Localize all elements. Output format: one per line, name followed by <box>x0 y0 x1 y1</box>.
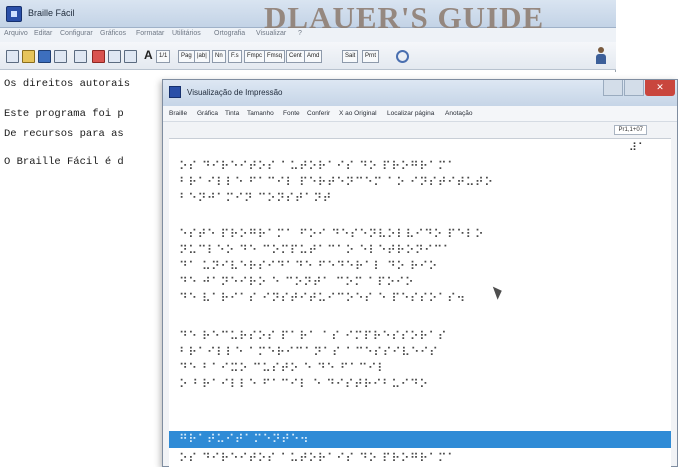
tb-cent-button[interactable]: Cent <box>286 50 305 63</box>
page-count-button[interactable]: 1/1 <box>156 50 171 63</box>
pv-menu-localizar-pagina[interactable]: Localizar página <box>387 110 434 117</box>
close-icon: ✕ <box>656 82 664 92</box>
font-button[interactable]: A <box>144 48 153 62</box>
pv-menu-tinta[interactable]: Tinta <box>225 110 239 117</box>
close-button[interactable]: ✕ <box>645 80 675 96</box>
menu-graficos[interactable]: Gráficos <box>100 30 126 37</box>
editor-line: De recursos para as <box>4 128 124 140</box>
braille-line: ⠙⠑ ⠧⠁⠗⠊⠁⠎ ⠊⠝⠎⠞⠊⠞⠥⠊⠉⠕⠑⠎ ⠑ ⠏⠑⠎⠎⠕⠁⠎⠲ <box>179 291 466 305</box>
pv-menu-x-ao-original[interactable]: X ao Original <box>339 110 377 117</box>
tb-fs-button[interactable]: F.s <box>228 50 242 63</box>
braille-line: ⠙⠁ ⠥⠝⠊⠧⠑⠗⠎⠊⠙⠁⠙⠑ ⠋⠑⠙⠑⠗⠁⠇ ⠙⠕ ⠗⠊⠕ <box>179 259 438 273</box>
menu-ortografia[interactable]: Ortografia <box>214 30 245 37</box>
preview-app-icon <box>169 86 181 98</box>
menu-utilitarios[interactable]: Utilitários <box>172 30 201 37</box>
pv-menu-grafica[interactable]: Gráfica <box>197 110 218 117</box>
open-folder-icon[interactable] <box>22 50 35 63</box>
tb-nn-button[interactable]: Nn <box>212 50 226 63</box>
braille-line: ⠑⠎⠞⠑ ⠏⠗⠕⠛⠗⠁⠍⠁ ⠋⠕⠊ ⠙⠑⠎⠑⠝⠧⠕⠇⠧⠊⠙⠕ ⠏⠑⠇⠕ <box>179 227 485 241</box>
braille-line: ⠃⠑⠝⠚⠁⠍⠊⠝ ⠉⠕⠝⠎⠞⠁⠝⠞ <box>179 191 332 205</box>
main-title-bar: Braille Fácil DLAUER'S GUIDE <box>0 0 616 35</box>
cut-icon[interactable] <box>92 50 105 63</box>
braille-line: ⠙⠑ ⠚⠁⠝⠑⠊⠗⠕ ⠑ ⠉⠕⠝⠞⠁ ⠉⠕⠍ ⠁⠏⠕⠊⠕ <box>179 275 415 289</box>
mouse-cursor-icon <box>492 284 505 300</box>
preview-icon[interactable] <box>74 50 87 63</box>
copy-icon[interactable] <box>108 50 121 63</box>
new-file-icon[interactable] <box>6 50 19 63</box>
pv-menu-fonte[interactable]: Fonte <box>283 110 300 117</box>
tb-sait-button[interactable]: Sait <box>342 50 359 63</box>
print-preview-window: Visualização de Impressão ✕ Braille Gráf… <box>162 79 678 467</box>
main-toolbar: A 1/1 Pag |ab| Nn F.s Fmpc Fmsq Cent Amd… <box>0 42 616 70</box>
pv-menu-tamanho[interactable]: Tamanho <box>247 110 274 117</box>
braille-app-icon <box>6 6 22 22</box>
braille-line: ⠃⠗⠁⠊⠇⠇⠑ ⠋⠁⠉⠊⠇ ⠏⠑⠗⠞⠑⠝⠉⠑⠍ ⠁⠕ ⠊⠝⠎⠞⠊⠞⠥⠞⠕ <box>179 175 494 189</box>
selected-braille-line[interactable]: ⠛⠗⠁⠞⠥⠊⠞⠁⠍⠑⠝⠞⠑⠲ <box>169 431 671 448</box>
pv-menu-braille[interactable]: Braille <box>169 110 187 117</box>
braille-line: ⠕⠎ ⠙⠊⠗⠑⠊⠞⠕⠎ ⠁⠥⠞⠕⠗⠁⠊⠎ ⠙⠕ ⠏⠗⠕⠛⠗⠁⠍⠁ <box>179 159 457 173</box>
braille-line: ⠕⠎ ⠙⠊⠗⠑⠊⠞⠕⠎ ⠁⠥⠞⠕⠗⠁⠊⠎ ⠙⠕ ⠏⠗⠕⠛⠗⠁⠍⠁ <box>179 451 457 465</box>
pv-menu-anotacao[interactable]: Anotação <box>445 110 472 117</box>
menu-formatar[interactable]: Formatar <box>136 30 164 37</box>
tb-fmpc-button[interactable]: Fmpc <box>244 50 265 63</box>
preview-menu-bar: Braille Gráfica Tinta Tamanho Fonte Conf… <box>163 106 677 122</box>
paste-icon[interactable] <box>124 50 137 63</box>
menu-configurar[interactable]: Configurar <box>60 30 93 37</box>
tb-fmsq-button[interactable]: Fmsq <box>264 50 285 63</box>
main-menu-bar: Arquivo Editar Configurar Gráficos Forma… <box>0 28 616 42</box>
braille-line: ⠙⠑ ⠃⠁⠊⠭⠕ ⠉⠥⠎⠞⠕ ⠑ ⠙⠑ ⠋⠁⠉⠊⠇ <box>179 361 387 375</box>
minimize-button[interactable] <box>603 80 623 96</box>
menu-visualizar[interactable]: Visualizar <box>256 30 286 37</box>
maximize-button[interactable] <box>624 80 644 96</box>
braille-page-number: ⠼⠁ <box>628 141 647 154</box>
tb-prnt-button[interactable]: Prnt <box>362 50 380 63</box>
braille-line: ⠃⠗⠁⠊⠇⠇⠑ ⠁⠍⠑⠗⠊⠉⠁⠝⠁⠎ ⠁⠉⠑⠎⠎⠊⠧⠑⠊⠎ <box>179 345 439 359</box>
help-ring-icon[interactable] <box>396 50 409 63</box>
tb-pag-button[interactable]: Pag <box>178 50 195 63</box>
zoom-indicator[interactable]: Pr1,1+07 <box>614 125 647 135</box>
braille-line: ⠙⠑ ⠗⠑⠉⠥⠗⠎⠕⠎ ⠏⠁⠗⠁ ⠁⠎ ⠊⠍⠏⠗⠑⠎⠎⠕⠗⠁⠎ <box>179 329 448 343</box>
preview-title-bar: Visualização de Impressão ✕ <box>163 80 677 106</box>
editor-line: Os direitos autorais <box>4 78 131 90</box>
editor-line: Este programa foi p <box>4 108 124 120</box>
tb-ab-button[interactable]: |ab| <box>194 50 210 63</box>
braille-page[interactable]: ⠼⠁ ⠕⠎ ⠙⠊⠗⠑⠊⠞⠕⠎ ⠁⠥⠞⠕⠗⠁⠊⠎ ⠙⠕ ⠏⠗⠕⠛⠗⠁⠍⠁ ⠃⠗⠁⠊… <box>169 138 671 467</box>
menu-help[interactable]: ? <box>298 30 302 37</box>
save-icon[interactable] <box>38 50 51 63</box>
main-window-title: Braille Fácil <box>28 8 75 18</box>
print-icon[interactable] <box>54 50 67 63</box>
preview-window-title: Visualização de Impressão <box>187 88 283 97</box>
menu-editar[interactable]: Editar <box>34 30 52 37</box>
braille-line: ⠕ ⠃⠗⠁⠊⠇⠇⠑ ⠋⠁⠉⠊⠇ ⠑ ⠙⠊⠎⠞⠗⠊⠃⠥⠊⠙⠕ <box>179 377 429 391</box>
braille-line: ⠛⠗⠁⠞⠥⠊⠞⠁⠍⠑⠝⠞⠑⠲ <box>179 432 310 446</box>
editor-line: O Braille Fácil é d <box>4 156 124 168</box>
braille-line: ⠝⠥⠉⠇⠑⠕ ⠙⠑ ⠉⠕⠍⠏⠥⠞⠁⠉⠁⠕ ⠑⠇⠑⠞⠗⠕⠝⠊⠉⠁ <box>179 243 453 257</box>
pv-menu-conferir[interactable]: Conferir <box>307 110 330 117</box>
tb-amd-button[interactable]: Amd <box>304 50 323 63</box>
menu-arquivo[interactable]: Arquivo <box>4 30 28 37</box>
user-icon[interactable] <box>594 47 608 65</box>
